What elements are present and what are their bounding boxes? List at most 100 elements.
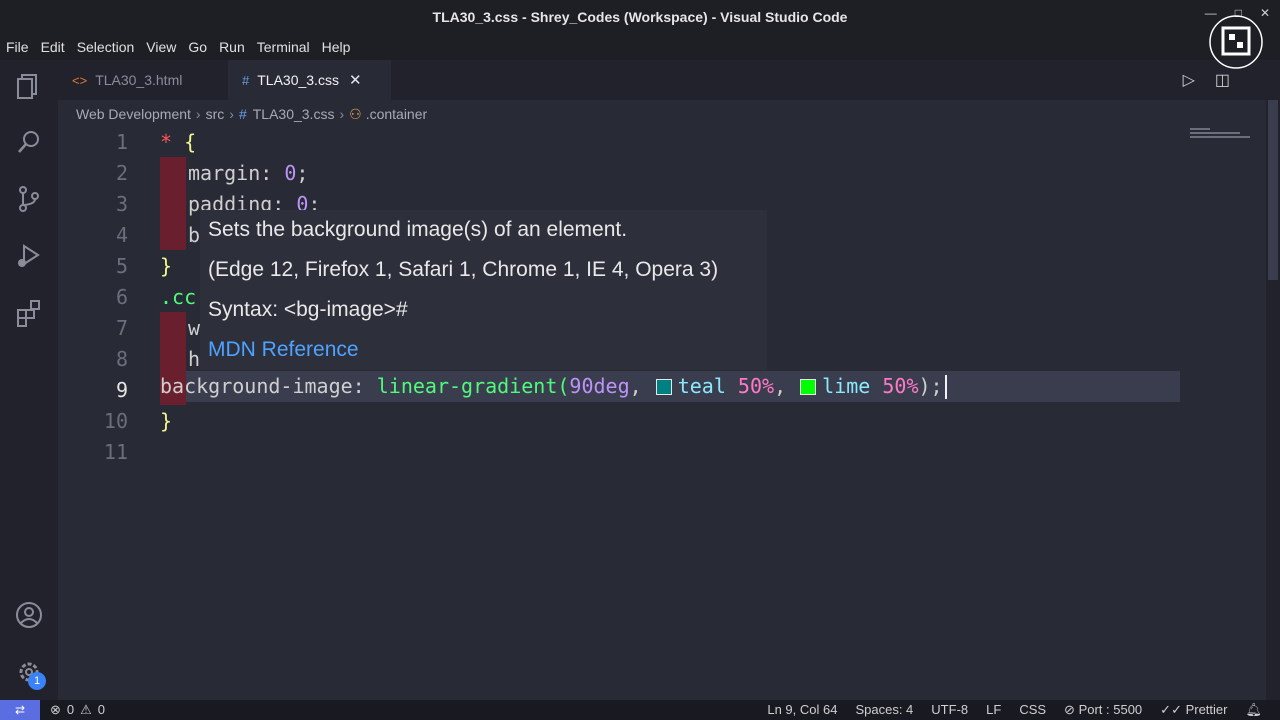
symbol-class-icon: ⚇ <box>349 105 362 122</box>
line-code: h <box>188 347 200 371</box>
text-cursor <box>944 375 947 400</box>
line-code: .cc <box>160 285 196 309</box>
minimap[interactable] <box>1190 128 1254 146</box>
line-number: 5 <box>115 253 128 278</box>
menu-run[interactable]: Run <box>219 39 245 55</box>
line-number: 3 <box>115 191 128 216</box>
close-tab-icon[interactable]: ✕ <box>349 71 362 89</box>
check-double-icon: ✓✓ <box>1160 702 1186 717</box>
error-gutter-mark <box>160 312 186 343</box>
chevron-right-icon: › <box>339 106 345 122</box>
source-control-icon[interactable] <box>14 184 44 214</box>
breadcrumb-item-src[interactable]: src <box>206 106 225 122</box>
chevron-right-icon: › <box>195 106 201 122</box>
code-token: { <box>184 129 197 154</box>
line-number: 4 <box>115 222 128 247</box>
indentation[interactable]: Spaces: 4 <box>855 702 913 718</box>
code-line[interactable]: 1 * { <box>58 126 1188 157</box>
line-number: 11 <box>103 439 128 464</box>
code-token: margin: <box>188 160 285 185</box>
error-gutter-mark <box>160 188 186 219</box>
code-token: ; <box>296 160 309 185</box>
code-token: .cc <box>160 284 197 309</box>
warning-count: 0 <box>97 702 106 717</box>
remote-indicator-icon[interactable]: ⇄ <box>0 700 40 720</box>
css-file-icon: # <box>242 72 250 88</box>
line-code: margin: 0; <box>188 161 308 185</box>
line-code: * { <box>160 130 196 154</box>
breadcrumb: Web Development › src › # TLA30_3.css › … <box>76 102 427 126</box>
window-title: TLA30_3.css - Shrey_Codes (Workspace) - … <box>432 9 848 25</box>
run-debug-icon[interactable] <box>14 241 44 271</box>
css-terminator: ); <box>918 373 943 398</box>
code-line[interactable]: 10} <box>58 405 1188 436</box>
mdn-reference-link[interactable]: MDN Reference <box>208 338 759 378</box>
language-mode[interactable]: CSS <box>1019 702 1046 718</box>
html-file-icon: <> <box>72 72 88 88</box>
encoding[interactable]: UTF-8 <box>931 702 968 718</box>
search-icon[interactable] <box>14 127 44 157</box>
title-bar: TLA30_3.css - Shrey_Codes (Workspace) - … <box>0 0 1280 34</box>
line-code: w <box>188 316 200 340</box>
menu-help[interactable]: Help <box>322 39 351 55</box>
code-token: } <box>160 253 173 278</box>
extensions-icon[interactable] <box>14 298 44 328</box>
tab-label: TLA30_3.html <box>95 72 183 88</box>
status-bar: ⇄ ⊗ 0 ⚠ 0 Ln 9, Col 64 Spaces: 4 UTF-8 L… <box>0 700 1280 720</box>
line-number: 6 <box>115 284 128 309</box>
error-gutter-mark <box>160 157 186 188</box>
error-gutter-mark <box>160 219 186 250</box>
line-number: 8 <box>115 346 128 371</box>
hover-tooltip: Sets the background image(s) of an eleme… <box>200 210 767 370</box>
breadcrumb-item-workspace[interactable]: Web Development <box>76 106 191 122</box>
line-number: 7 <box>115 315 128 340</box>
menu-go[interactable]: Go <box>188 39 207 55</box>
tab-css-file[interactable]: # TLA30_3.css ✕ <box>228 60 391 100</box>
cursor-position[interactable]: Ln 9, Col 64 <box>767 702 837 718</box>
live-server-port[interactable]: ⊘ Port : 5500 <box>1064 702 1142 718</box>
menu-selection[interactable]: Selection <box>77 39 135 55</box>
code-token: 0 <box>284 160 297 185</box>
code-token: * <box>160 129 185 154</box>
end-of-line[interactable]: LF <box>986 702 1001 718</box>
settings-update-badge: 1 <box>28 672 46 690</box>
css-color-lime: lime <box>822 373 871 398</box>
run-file-icon[interactable]: ▷ <box>1183 70 1195 90</box>
code-token: b <box>188 222 201 247</box>
menu-file[interactable]: File <box>6 39 29 55</box>
css-comma: , <box>774 373 799 398</box>
status-right-group: Ln 9, Col 64 Spaces: 4 UTF-8 LF CSS ⊘ Po… <box>767 702 1262 718</box>
code-token: } <box>160 408 173 433</box>
port-label: Port : 5500 <box>1078 702 1143 717</box>
menu-view[interactable]: View <box>146 39 176 55</box>
code-line[interactable]: 2 margin: 0; <box>58 157 1188 188</box>
line-code: } <box>160 409 172 433</box>
notifications-bell-icon[interactable]: 🔔︎ <box>1245 702 1262 718</box>
breadcrumb-item-file[interactable]: TLA30_3.css <box>253 106 335 122</box>
code-token: w <box>188 315 201 340</box>
line-code: b <box>188 223 200 247</box>
watermark-logo <box>1209 15 1263 69</box>
chevron-right-icon: › <box>229 106 234 122</box>
tab-html-file[interactable]: <> TLA30_3.html <box>58 60 226 100</box>
error-icon: ⊗ <box>50 702 61 717</box>
lime-color-swatch[interactable] <box>800 379 817 396</box>
css-file-icon: # <box>238 106 247 122</box>
menu-edit[interactable]: Edit <box>41 39 65 55</box>
menu-terminal[interactable]: Terminal <box>257 39 310 55</box>
breadcrumb-item-symbol[interactable]: .container <box>366 106 427 122</box>
error-gutter-mark <box>160 343 186 374</box>
error-count: 0 <box>66 702 75 717</box>
problems-indicator[interactable]: ⊗ 0 ⚠ 0 <box>50 702 105 718</box>
accounts-icon[interactable] <box>14 600 44 630</box>
explorer-icon[interactable] <box>14 70 44 100</box>
code-line[interactable]: 11 <box>58 436 1188 467</box>
teal-color-swatch[interactable] <box>655 379 672 396</box>
prettier-status[interactable]: ✓✓ Prettier <box>1160 702 1227 718</box>
menu-bar: File Edit Selection View Go Run Terminal… <box>0 34 1280 60</box>
line-code: } <box>160 254 172 278</box>
css-percent: 50% <box>870 373 919 398</box>
warning-icon: ⚠ <box>80 702 92 717</box>
formatter-label: Prettier <box>1185 702 1228 717</box>
scrollbar-thumb[interactable] <box>1268 100 1278 280</box>
